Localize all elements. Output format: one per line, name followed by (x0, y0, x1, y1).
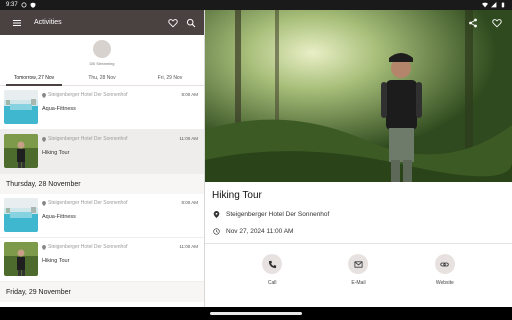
page-title: Activities (34, 19, 62, 26)
battery-icon (501, 2, 505, 8)
shield-icon (30, 2, 36, 8)
search-icon (186, 18, 196, 27)
location-pin-icon (42, 244, 46, 250)
wifi-icon (482, 2, 488, 8)
divider (205, 243, 512, 244)
location-pin-icon (42, 200, 46, 206)
activity-detail-pane: Hiking Tour Steigenberger Hotel Der Sonn… (205, 10, 512, 307)
location-pin-icon (42, 136, 46, 142)
email-label: E-Mail (351, 280, 366, 286)
navigation-bar (0, 307, 512, 320)
website-button[interactable] (434, 254, 455, 274)
phone-icon (268, 260, 276, 268)
hamburger-icon (13, 19, 21, 26)
day-header: Friday, 29 November (0, 282, 204, 302)
list-item[interactable]: Steigenberger Hotel Der Sonnenhof Hiking… (0, 238, 204, 282)
pool-thumbnail (4, 198, 38, 232)
email-button[interactable] (348, 254, 369, 274)
home-gesture-handle[interactable] (210, 312, 302, 315)
list-item[interactable]: Steigenberger Hotel Der Sonnenhof Aqua-F… (0, 86, 204, 130)
activity-location: Steigenberger Hotel Der Sonnenhof (213, 211, 512, 218)
heart-icon (492, 19, 502, 28)
forest-hiker-image (205, 10, 512, 182)
link-icon (440, 262, 449, 266)
status-bar: 9:37 (0, 0, 512, 10)
favorite-button[interactable] (490, 16, 504, 30)
activities-list-pane: Activities DB Streaming Tomorrow, 27 Nov… (0, 10, 204, 307)
call-action[interactable]: Call (252, 254, 292, 286)
list-item[interactable]: Steigenberger Hotel Der Sonnenhof Aqua-F… (0, 194, 204, 238)
menu-button[interactable] (10, 16, 24, 30)
activity-datetime: Nov 27, 2024 11:00 AM (213, 228, 512, 235)
mail-icon (354, 260, 363, 268)
pool-thumbnail (4, 90, 38, 124)
streaming-avatar[interactable] (93, 39, 111, 58)
item-location: Steigenberger Hotel Der Sonnenhof (48, 136, 128, 142)
call-label: Call (267, 280, 277, 286)
heart-icon (168, 18, 178, 27)
item-time: 8:00 AM (181, 92, 198, 97)
website-label: Website (435, 280, 454, 286)
day-tabs: Tomorrow, 27 Nov Thu, 28 Nov Fri, 29 Nov (0, 70, 204, 86)
share-icon (469, 18, 477, 28)
website-action[interactable]: Website (425, 254, 465, 286)
activity-datetime-text: Nov 27, 2024 11:00 AM (226, 228, 294, 235)
status-time: 9:37 (6, 2, 18, 8)
tab-thursday[interactable]: Thu, 28 Nov (68, 70, 136, 85)
favorites-button[interactable] (166, 16, 180, 30)
hero-image (205, 10, 512, 182)
item-title: Hiking Tour (42, 258, 70, 264)
app-bar: Activities (0, 10, 204, 35)
signal-icon (491, 2, 497, 8)
call-button[interactable] (262, 254, 283, 274)
item-time: 11:00 AM (179, 136, 198, 141)
item-title: Aqua-Fittness (42, 106, 76, 112)
item-location: Steigenberger Hotel Der Sonnenhof (48, 200, 128, 206)
notification-icon (21, 2, 27, 8)
location-pin-icon (213, 211, 220, 218)
item-title: Aqua-Fittness (42, 214, 76, 220)
share-button[interactable] (466, 16, 480, 30)
activity-title: Hiking Tour (212, 190, 262, 201)
item-title: Hiking Tour (42, 150, 70, 156)
day-header: Thursday, 28 November (0, 174, 204, 194)
activity-location-text: Steigenberger Hotel Der Sonnenhof (226, 211, 330, 218)
streaming-section[interactable]: DB Streaming (0, 35, 204, 70)
contact-actions: Call E-Mail Website (205, 254, 512, 286)
item-location: Steigenberger Hotel Der Sonnenhof (48, 92, 128, 98)
email-action[interactable]: E-Mail (338, 254, 378, 286)
clock-icon (213, 228, 220, 235)
tab-tomorrow[interactable]: Tomorrow, 27 Nov (0, 70, 68, 86)
item-time: 8:00 AM (181, 200, 198, 205)
item-time: 11:00 AM (179, 244, 198, 249)
item-location: Steigenberger Hotel Der Sonnenhof (48, 244, 128, 250)
streaming-label: DB Streaming (89, 60, 115, 66)
tab-friday[interactable]: Fri, 29 Nov (136, 70, 204, 85)
search-button[interactable] (184, 16, 198, 30)
hiker-thumbnail (4, 242, 38, 276)
hiker-thumbnail (4, 134, 38, 168)
location-pin-icon (42, 92, 46, 98)
list-item-selected[interactable]: Steigenberger Hotel Der Sonnenhof Hiking… (0, 130, 204, 174)
